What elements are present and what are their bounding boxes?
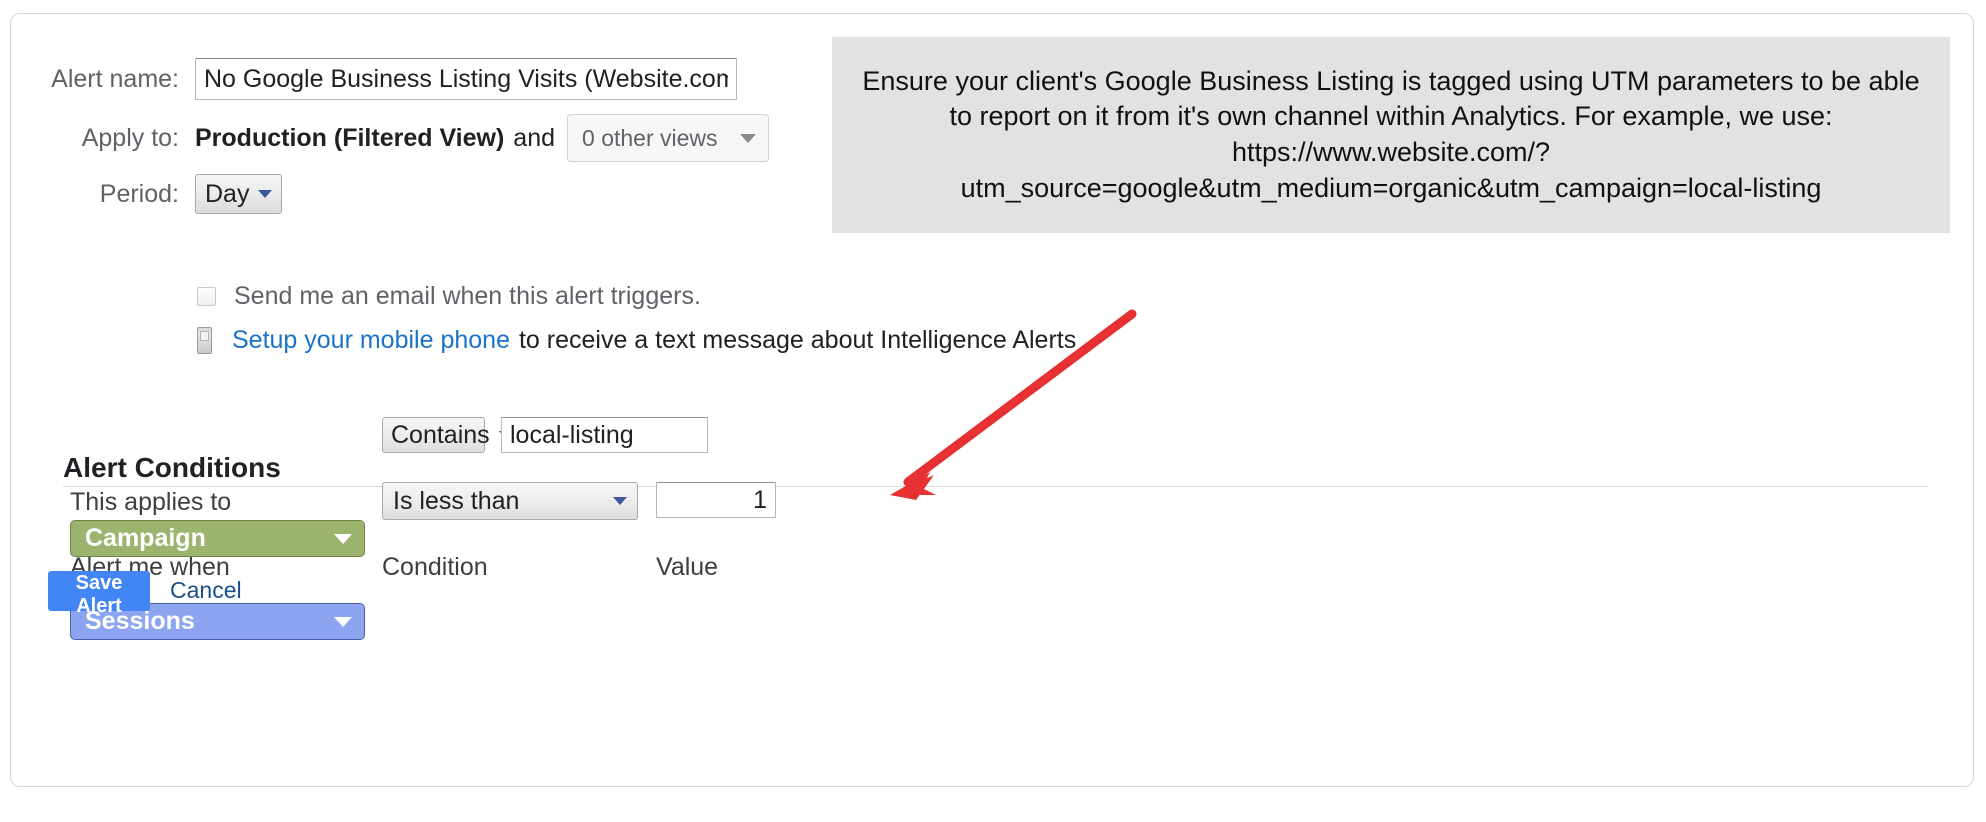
chevron-down-icon [739, 133, 756, 143]
alert-name-input[interactable] [195, 58, 737, 100]
value2-header: Value [656, 553, 719, 581]
mobile-trailing-text: to receive a text message about Intellig… [518, 326, 1077, 354]
chevron-down-icon [258, 190, 273, 198]
condition2-header: Condition [382, 553, 488, 581]
email-notification-row: Send me an email when this alert trigger… [197, 282, 701, 311]
save-alert-button[interactable]: Save Alert [48, 571, 150, 617]
chevron-down-icon [334, 533, 352, 544]
other-views-value: 0 other views [582, 124, 718, 151]
period-row: Period: Day [39, 174, 283, 214]
chevron-down-icon [613, 497, 627, 505]
applies-to-dropdown[interactable]: Campaign [70, 520, 365, 557]
apply-to-conjunction: and [513, 123, 556, 152]
applies-to-header: This applies to [70, 488, 232, 516]
conditions-divider [63, 486, 1928, 487]
alert-name-row: Alert name: [39, 58, 737, 100]
value2-input[interactable] [656, 482, 776, 518]
alert-name-label: Alert name: [51, 64, 179, 93]
condition2-dropdown[interactable]: Is less than [382, 482, 638, 520]
alert-conditions-title: Alert Conditions [63, 452, 281, 483]
mobile-notification-row: Setup your mobile phone to receive a tex… [197, 326, 1076, 355]
period-label: Period: [99, 179, 179, 208]
value1-input[interactable] [501, 417, 708, 453]
send-email-label: Send me an email when this alert trigger… [234, 282, 701, 310]
apply-to-label: Apply to: [81, 123, 179, 152]
instruction-callout: Ensure your client's Google Business Lis… [832, 37, 1950, 233]
setup-mobile-phone-link[interactable]: Setup your mobile phone [232, 326, 510, 355]
condition1-value: Contains [391, 420, 490, 449]
instruction-callout-text: Ensure your client's Google Business Lis… [862, 65, 1920, 203]
other-views-dropdown[interactable]: 0 other views [567, 114, 769, 162]
apply-to-view-name: Production (Filtered View) [195, 123, 505, 152]
cancel-link[interactable]: Cancel [170, 577, 242, 604]
applies-to-value: Campaign [85, 524, 206, 552]
send-email-checkbox[interactable] [197, 287, 216, 306]
mobile-phone-icon [197, 327, 212, 354]
period-value: Day [205, 179, 250, 208]
apply-to-row: Apply to: Production (Filtered View) and… [39, 114, 769, 162]
chevron-down-icon [334, 616, 352, 627]
condition1-dropdown[interactable]: Contains [382, 417, 513, 453]
period-dropdown[interactable]: Day [195, 174, 283, 214]
condition2-value: Is less than [393, 486, 520, 515]
